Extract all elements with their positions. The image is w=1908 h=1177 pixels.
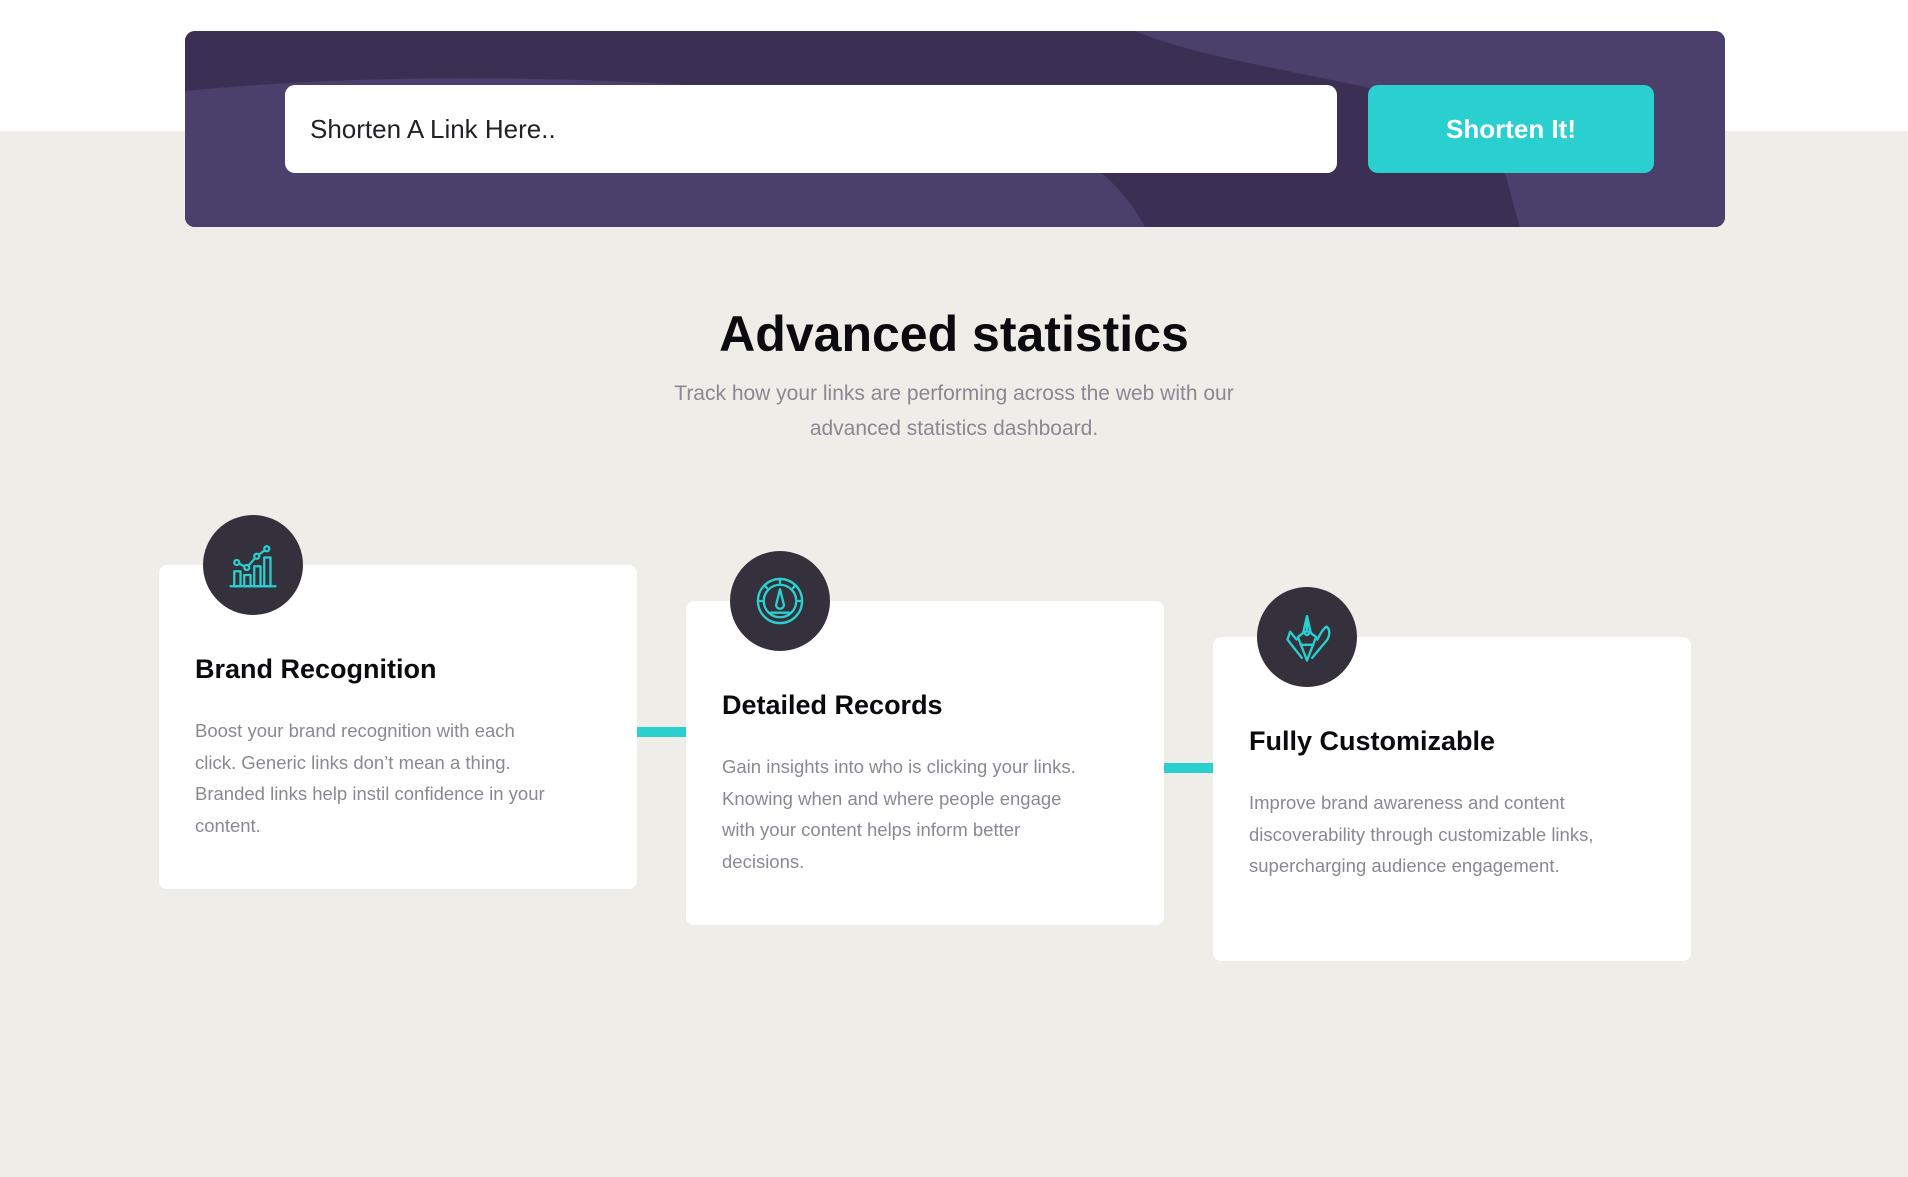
brush-pen-icon (1257, 587, 1357, 687)
feature-text: Boost your brand recognition with each c… (195, 720, 545, 836)
shorten-button[interactable]: Shorten It! (1368, 85, 1654, 173)
feature-text: Gain insights into who is clicking your … (722, 756, 1076, 872)
section-subtitle: Track how your links are performing acro… (674, 382, 1234, 440)
gauge-icon (730, 551, 830, 651)
link-input[interactable] (285, 85, 1337, 173)
card-connector (1163, 763, 1213, 773)
feature-text: Improve brand awareness and content disc… (1249, 792, 1594, 876)
feature-title: Brand Recognition (195, 654, 437, 684)
card-connector (636, 727, 686, 737)
feature-card-detailed-records: Detailed Records Gain insights into who … (686, 551, 1164, 925)
bar-chart-icon (203, 515, 303, 615)
feature-card-brand-recognition: Brand Recognition Boost your brand recog… (159, 515, 637, 889)
section-title: Advanced statistics (719, 306, 1189, 362)
feature-title: Detailed Records (722, 690, 943, 720)
feature-title: Fully Customizable (1249, 726, 1496, 756)
feature-card-fully-customizable: Fully Customizable Improve brand awarene… (1213, 587, 1691, 961)
shorten-form: Shorten It! (185, 31, 1725, 227)
